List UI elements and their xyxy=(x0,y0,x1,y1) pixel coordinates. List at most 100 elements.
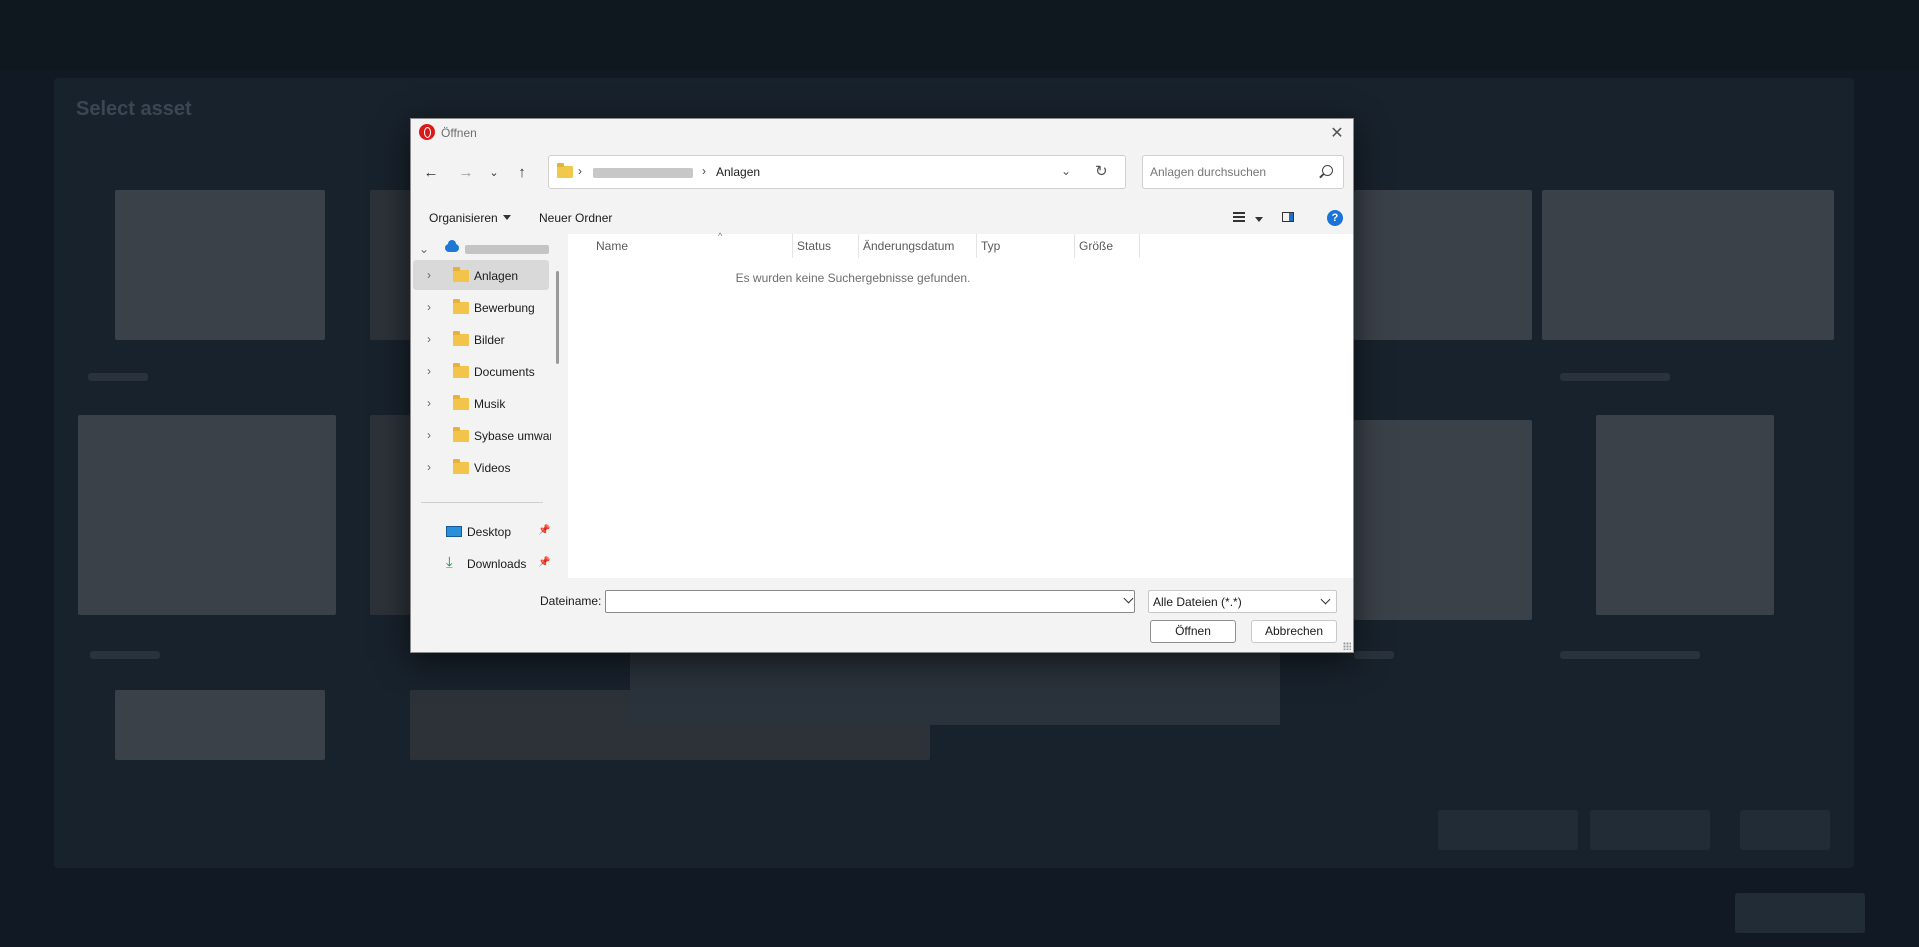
caret-down-icon xyxy=(502,215,511,220)
navigation-pane: ⌄ › Anlagen › Bewerbung › Bilder › Docum… xyxy=(411,234,551,578)
dialog-title: Öffnen xyxy=(441,126,477,140)
view-options-caret-icon[interactable] xyxy=(1255,217,1263,222)
chevron-right-icon[interactable]: › xyxy=(427,300,431,314)
folder-icon xyxy=(453,395,469,410)
open-file-dialog: Öffnen ✕ ← → ⌄ ↑ › › Anlagen ⌄ ↻ Anlagen… xyxy=(410,118,1354,653)
chevron-right-icon[interactable]: › xyxy=(427,332,431,346)
resize-grip-icon[interactable] xyxy=(1343,642,1351,650)
background-thumbnail xyxy=(78,415,336,615)
quick-access-label: Downloads xyxy=(467,557,527,571)
help-icon[interactable]: ? xyxy=(1327,210,1343,226)
nav-pane-scrollbar[interactable] xyxy=(556,271,559,364)
tree-item-folder[interactable]: › Bewerbung xyxy=(413,292,549,322)
search-icon[interactable] xyxy=(1322,165,1333,176)
tree-item-folder[interactable]: › Sybase umwar xyxy=(413,420,551,450)
breadcrumb-separator: › xyxy=(578,164,582,178)
chevron-down-icon[interactable]: ⌄ xyxy=(419,242,429,256)
pin-icon[interactable]: 📌 xyxy=(538,557,550,568)
folder-icon xyxy=(453,427,469,442)
tree-item-folder[interactable]: › Anlagen xyxy=(413,260,549,290)
tree-item-folder[interactable]: › Musik xyxy=(413,388,549,418)
background-button xyxy=(1438,810,1578,850)
organize-menu-button[interactable]: Organisieren xyxy=(429,211,511,225)
tree-item-label: Bilder xyxy=(474,333,505,347)
file-list: ^ Name Status Änderungsdatum Typ Größe E… xyxy=(568,231,1353,578)
background-thumbnail xyxy=(1354,420,1532,620)
onedrive-account-name-redacted xyxy=(465,245,549,254)
chevron-right-icon[interactable]: › xyxy=(427,396,431,410)
background-thumbnail xyxy=(1542,190,1834,340)
background-title: Select asset xyxy=(76,98,192,120)
background-caption xyxy=(88,373,148,381)
background-thumbnail xyxy=(1596,415,1774,615)
breadcrumb-user-folder-redacted[interactable] xyxy=(593,168,693,178)
onedrive-cloud-icon xyxy=(445,240,459,252)
chevron-right-icon[interactable]: › xyxy=(427,460,431,474)
search-input[interactable]: Anlagen durchsuchen xyxy=(1150,165,1266,179)
tree-item-label: Anlagen xyxy=(474,269,519,283)
tree-item-folder[interactable]: › Documents xyxy=(413,356,549,386)
file-name-label: Dateiname: xyxy=(540,594,602,608)
quick-access-downloads[interactable]: ⤓ Downloads 📌 xyxy=(413,548,550,578)
empty-results-message: Es wurden keine Suchergebnisse gefunden. xyxy=(735,271,971,285)
background-thumbnail xyxy=(370,415,410,615)
tree-item-label: Documents xyxy=(474,365,535,379)
recent-locations-chevron-icon[interactable]: ⌄ xyxy=(482,161,506,185)
opera-icon xyxy=(419,124,435,140)
refresh-icon[interactable]: ↻ xyxy=(1095,162,1108,180)
background-thumbnail xyxy=(1354,190,1532,340)
quick-access-desktop[interactable]: Desktop 📌 xyxy=(413,516,550,546)
file-type-select[interactable]: Alle Dateien (*.*) xyxy=(1148,590,1337,613)
tree-item-label: Bewerbung xyxy=(474,301,535,315)
background-caption xyxy=(1560,651,1700,659)
column-header-name[interactable]: Name xyxy=(592,234,793,258)
open-button[interactable]: Öffnen xyxy=(1150,620,1236,643)
column-header-size[interactable]: Größe xyxy=(1075,234,1140,258)
view-list-icon[interactable] xyxy=(1233,212,1245,222)
file-type-selected: Alle Dateien (*.*) xyxy=(1153,595,1242,609)
folder-icon xyxy=(453,267,469,282)
organize-label: Organisieren xyxy=(429,211,498,225)
preview-pane-icon[interactable] xyxy=(1282,212,1294,222)
folder-icon xyxy=(453,299,469,314)
dialog-titlebar: Öffnen ✕ xyxy=(411,119,1353,149)
background-caption xyxy=(90,651,160,659)
background-thumbnail xyxy=(370,190,410,340)
up-arrow-icon[interactable]: ↑ xyxy=(510,161,534,185)
tree-item-folder[interactable]: › Bilder xyxy=(413,324,549,354)
background-button xyxy=(1590,810,1710,850)
tree-item-label: Musik xyxy=(474,397,506,411)
chevron-right-icon[interactable]: › xyxy=(427,268,431,282)
close-button[interactable]: ✕ xyxy=(1321,119,1353,149)
tree-item-label: Videos xyxy=(474,461,511,475)
pin-icon[interactable]: 📌 xyxy=(538,525,550,536)
folder-icon xyxy=(453,331,469,346)
search-box[interactable]: Anlagen durchsuchen xyxy=(1142,155,1344,189)
download-icon: ⤓ xyxy=(446,554,453,571)
column-header-modified[interactable]: Änderungsdatum xyxy=(859,234,977,258)
folder-icon xyxy=(557,163,573,178)
address-dropdown-chevron-icon[interactable]: ⌄ xyxy=(1061,164,1071,178)
breadcrumb-current-folder[interactable]: Anlagen xyxy=(716,165,760,179)
new-folder-button[interactable]: Neuer Ordner xyxy=(539,211,612,225)
back-arrow-icon[interactable]: ← xyxy=(419,161,443,185)
tree-item-label: Sybase umwar xyxy=(474,429,551,443)
file-name-input[interactable] xyxy=(605,590,1135,613)
address-bar[interactable]: › › Anlagen ⌄ ↻ xyxy=(548,155,1126,189)
nav-pane-divider xyxy=(421,502,543,503)
forward-arrow-icon[interactable]: → xyxy=(454,161,478,185)
chevron-down-icon xyxy=(1320,594,1331,605)
quick-access-label: Desktop xyxy=(467,525,512,539)
chevron-right-icon[interactable]: › xyxy=(427,428,431,442)
background-button xyxy=(1740,810,1830,850)
tree-item-folder[interactable]: › Videos xyxy=(413,452,549,482)
background-caption xyxy=(1354,651,1394,659)
cancel-button[interactable]: Abbrechen xyxy=(1251,620,1337,643)
chevron-right-icon[interactable]: › xyxy=(427,364,431,378)
command-toolbar: Organisieren Neuer Ordner ? xyxy=(411,203,1353,233)
background-thumbnail xyxy=(115,690,325,760)
column-header-type[interactable]: Typ xyxy=(977,234,1075,258)
column-header-status[interactable]: Status xyxy=(793,234,859,258)
background-topbar xyxy=(0,0,1919,70)
background-caption xyxy=(1560,373,1670,381)
